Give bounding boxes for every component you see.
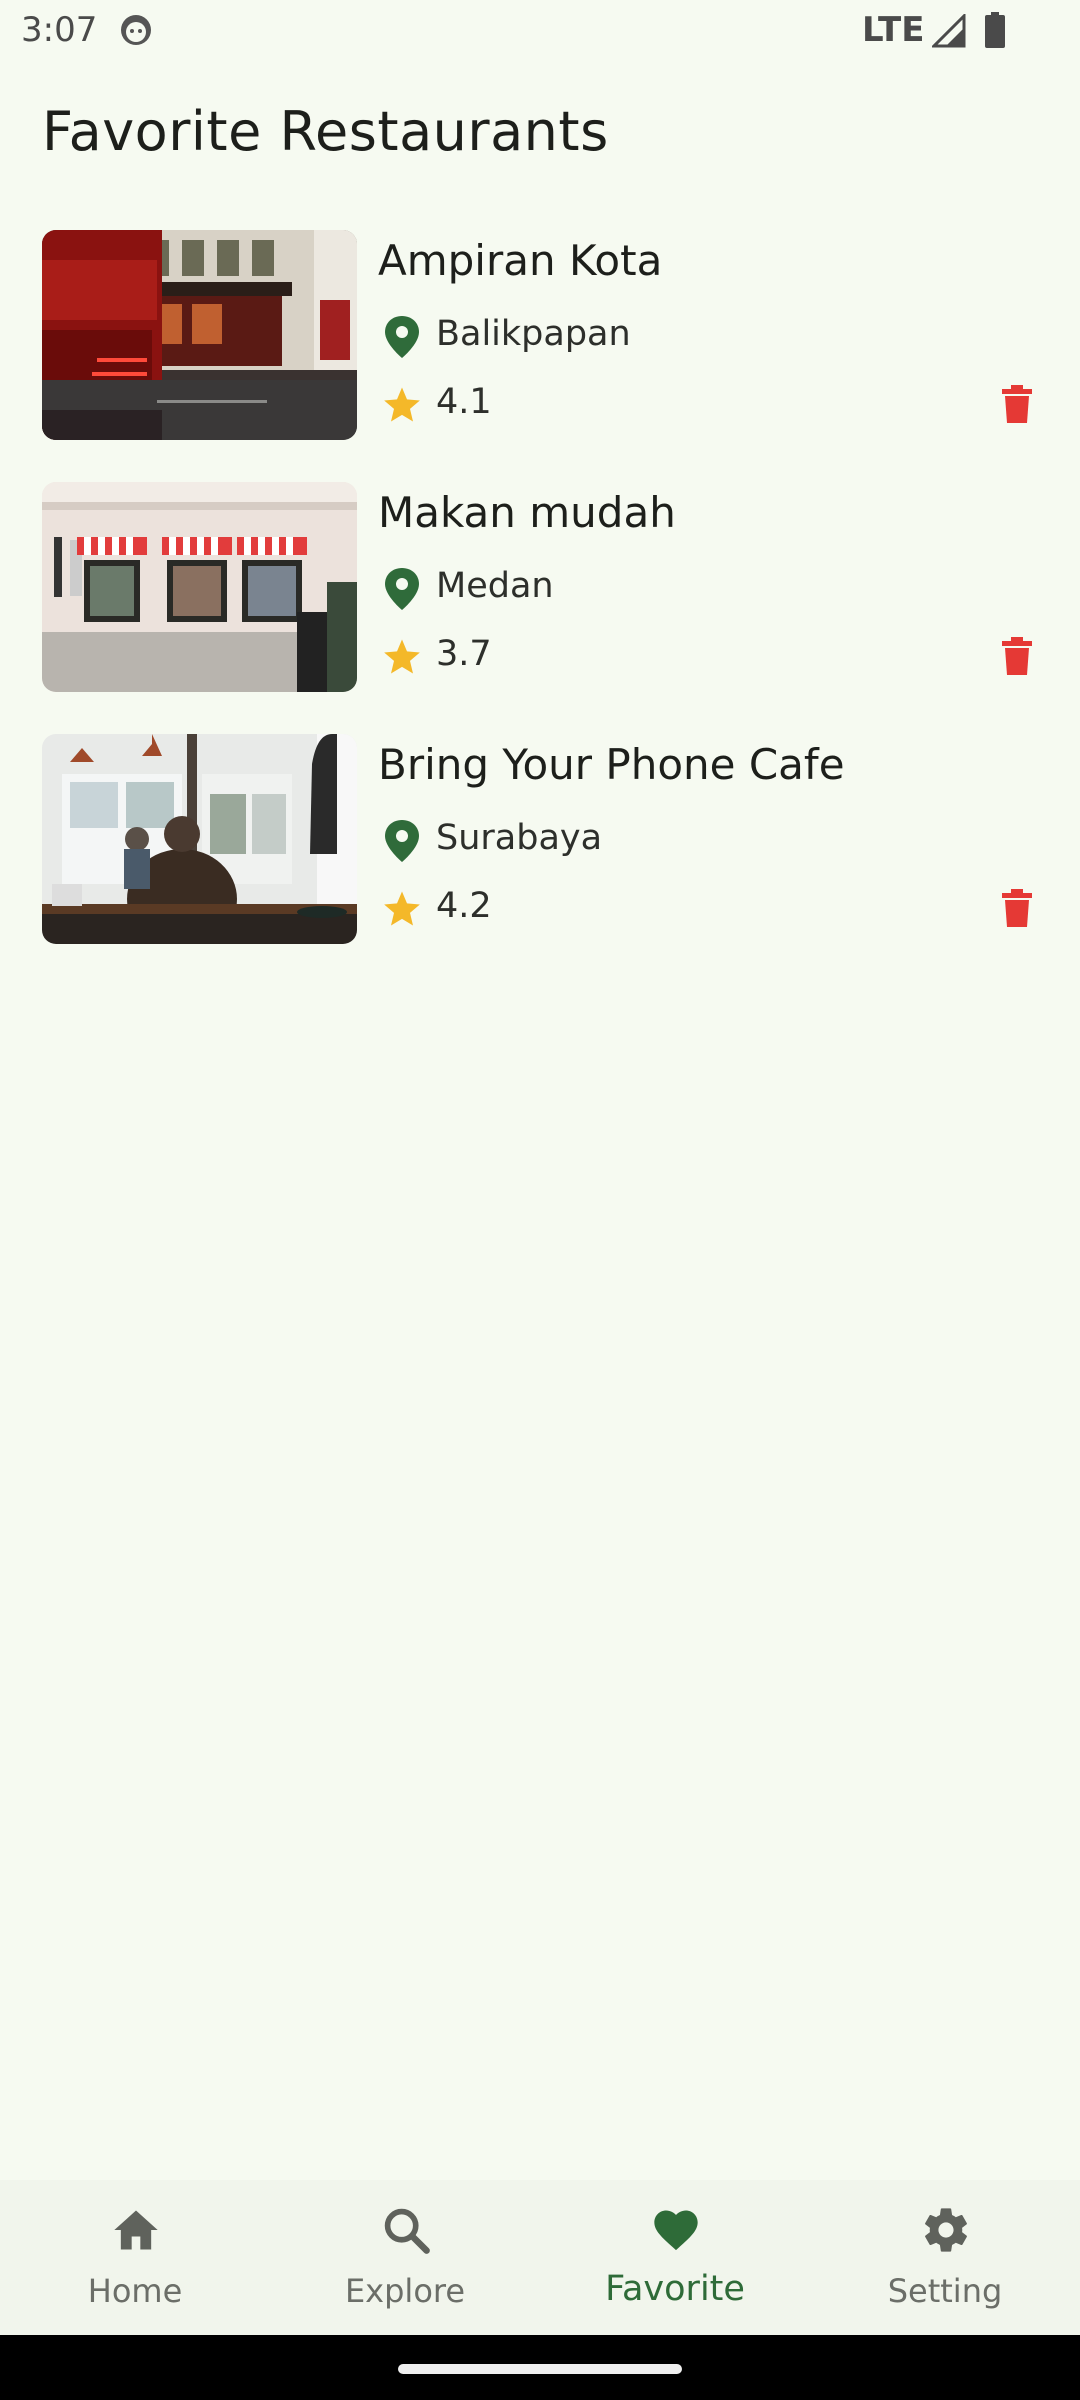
delete-icon[interactable]: [1000, 889, 1034, 927]
nav-label: Setting: [887, 2272, 1003, 2310]
restaurant-city: Medan: [436, 566, 554, 606]
restaurant-photo: [42, 734, 357, 944]
nav-favorite[interactable]: Favorite: [540, 2180, 810, 2335]
star-icon: [384, 891, 420, 926]
location-pin-icon: [385, 568, 419, 610]
restaurant-item[interactable]: Ampiran Kota Balikpapan 4.1: [0, 230, 1080, 482]
nav-label: Favorite: [605, 2269, 745, 2309]
network-type: LTE: [862, 10, 925, 50]
favorite-restaurant-list: Ampiran Kota Balikpapan 4.1 Makan mudah …: [0, 230, 1080, 986]
page-title: Favorite Restaurants: [42, 100, 609, 163]
delete-icon[interactable]: [1000, 385, 1034, 423]
location-pin-icon: [385, 820, 419, 862]
restaurant-rating: 4.2: [436, 886, 492, 926]
restaurant-name: Bring Your Phone Cafe: [378, 740, 845, 789]
nav-label: Explore: [344, 2272, 466, 2310]
favorite-screen: 3:07 LTE Favorite Restaurants Ampiran Ko…: [0, 0, 1080, 2400]
nav-setting[interactable]: Setting: [810, 2180, 1080, 2335]
restaurant-photo: [42, 482, 357, 692]
star-icon: [384, 639, 420, 674]
status-time: 3:07: [21, 10, 98, 50]
search-icon: [384, 2208, 430, 2254]
restaurant-city: Surabaya: [436, 818, 603, 858]
battery-icon: [985, 12, 1005, 48]
restaurant-rating: 4.1: [436, 382, 492, 422]
restaurant-city: Balikpapan: [436, 314, 631, 354]
home-icon: [114, 2210, 158, 2250]
star-icon: [384, 387, 420, 422]
restaurant-name: Ampiran Kota: [378, 236, 663, 285]
status-bar: 3:07 LTE: [0, 0, 1080, 62]
home-gesture-handle[interactable]: [398, 2364, 682, 2374]
nav-home[interactable]: Home: [0, 2180, 270, 2335]
restaurant-name: Makan mudah: [378, 488, 676, 537]
location-pin-icon: [385, 316, 419, 358]
delete-icon[interactable]: [1000, 637, 1034, 675]
signal-icon: [932, 14, 966, 48]
gear-icon: [925, 2208, 967, 2252]
system-gesture-bar: [0, 2335, 1080, 2400]
restaurant-photo: [42, 230, 357, 440]
nav-explore[interactable]: Explore: [270, 2180, 540, 2335]
heart-icon: [654, 2210, 698, 2251]
restaurant-item[interactable]: Makan mudah Medan 3.7: [0, 482, 1080, 734]
notification-face-icon: [121, 15, 151, 45]
restaurant-item[interactable]: Bring Your Phone Cafe Surabaya 4.2: [0, 734, 1080, 986]
nav-label: Home: [87, 2272, 183, 2310]
restaurant-rating: 3.7: [436, 634, 492, 674]
bottom-navigation: Home Explore Favorite Setting: [0, 2180, 1080, 2335]
